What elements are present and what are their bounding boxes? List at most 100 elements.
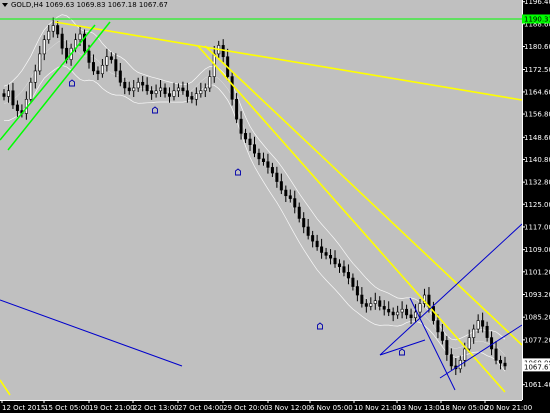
candle (109, 52, 113, 64)
candle-body (51, 25, 55, 32)
arrow-up-icon (317, 322, 323, 330)
price-tick-label: 1172.50 (524, 66, 550, 74)
candle-body (257, 152, 261, 160)
candle (154, 84, 158, 98)
candle-body (400, 308, 404, 313)
candle-body (342, 266, 346, 273)
candle (342, 260, 346, 277)
candle-body (387, 308, 391, 313)
candle-body (499, 359, 503, 364)
candle-body (203, 87, 207, 92)
price-tick-label: 1180.60 (524, 43, 550, 51)
candle (306, 219, 310, 240)
upper-band-line (3, 14, 506, 341)
candle-body (194, 93, 198, 100)
candle (132, 80, 136, 98)
candle (208, 70, 212, 92)
candle-body (315, 240, 319, 248)
candle-body (154, 90, 158, 94)
candle (145, 77, 149, 95)
candle (123, 77, 127, 95)
price-tick-label: 1085.20 (524, 314, 550, 322)
time-tick-label: 18 Nov 05:00 (441, 404, 488, 412)
candle-body (239, 118, 243, 134)
candle-body (360, 294, 364, 304)
price-tick-label: 1132.80 (524, 179, 550, 187)
trend-line-yellow (0, 379, 11, 396)
candle-body (87, 50, 91, 63)
candle (2, 89, 6, 101)
candle (168, 87, 172, 103)
candle (422, 288, 426, 308)
candle (405, 304, 409, 319)
candle (185, 82, 189, 103)
candle-body (284, 189, 288, 197)
candle-body (329, 255, 333, 259)
candle (56, 20, 60, 39)
candle-body (172, 90, 176, 97)
candle-body (463, 348, 467, 361)
time-tick-label: 19 Oct 21:00 (89, 404, 135, 412)
dropdown-triangle-icon[interactable] (2, 3, 8, 7)
candle-body (391, 311, 395, 316)
candle (378, 296, 382, 311)
time-tick-label: 20 Nov 21:00 (485, 404, 532, 412)
candle (15, 100, 19, 117)
candle-body (176, 87, 180, 92)
candle-body (145, 84, 149, 92)
candle-body (127, 87, 131, 92)
channel-line-blue (379, 339, 426, 356)
candle-body (266, 161, 270, 168)
candle (100, 59, 104, 78)
candle-body (311, 235, 315, 242)
candle (114, 53, 118, 78)
candle (485, 321, 489, 342)
candle (118, 62, 122, 87)
candle (24, 91, 28, 120)
candle-body (467, 337, 471, 350)
time-axis: 12 Oct 201515 Oct 05:00 19 Oct 21:0022 Oc… (0, 400, 532, 412)
candle (60, 27, 64, 55)
candle (279, 173, 283, 195)
candle (230, 72, 234, 106)
chart-ohlc: 1069.63 1069.83 1067.18 1067.67 (45, 1, 168, 9)
candle-body (253, 144, 257, 154)
candle (172, 82, 176, 101)
candle-body (56, 25, 60, 35)
price-tick-label: 1117.00 (524, 223, 550, 231)
candle-body (302, 218, 306, 228)
candle-body (503, 362, 507, 367)
candle (83, 29, 87, 56)
candle (369, 297, 373, 311)
candle-body (159, 87, 163, 92)
candle-body (15, 104, 19, 111)
candle (221, 39, 225, 63)
candle-body (351, 277, 355, 287)
time-tick-label: 10 Nov 21:00 (354, 404, 401, 412)
candle (391, 307, 395, 322)
candle-body (109, 56, 113, 60)
chart-canvas[interactable]: 1196.401188.601180.601172.501164.601156.… (0, 0, 550, 413)
chart-window[interactable]: 1196.401188.601180.601172.501164.601156.… (0, 0, 550, 413)
price-tick-label: 1109.00 (524, 246, 550, 254)
candle-body (78, 33, 82, 41)
lower-band-line (3, 65, 506, 372)
candle (311, 230, 315, 248)
candle-body (270, 167, 274, 174)
candle-body (105, 56, 109, 66)
candle (105, 48, 109, 72)
candle-body (230, 76, 234, 100)
candle (346, 264, 350, 285)
price-tick-label: 1156.80 (524, 111, 550, 119)
candle (159, 80, 163, 98)
price-tick-label: 1196.40 (524, 0, 550, 6)
candle (360, 287, 364, 308)
candle-body (38, 53, 42, 72)
candle (96, 66, 100, 80)
price-tick-label: 1061.40 (524, 381, 550, 389)
candle (503, 356, 507, 370)
price-tick-label: 1101.20 (524, 268, 550, 276)
candle-body (168, 93, 172, 97)
candle (499, 355, 503, 370)
candle-body (132, 87, 136, 92)
